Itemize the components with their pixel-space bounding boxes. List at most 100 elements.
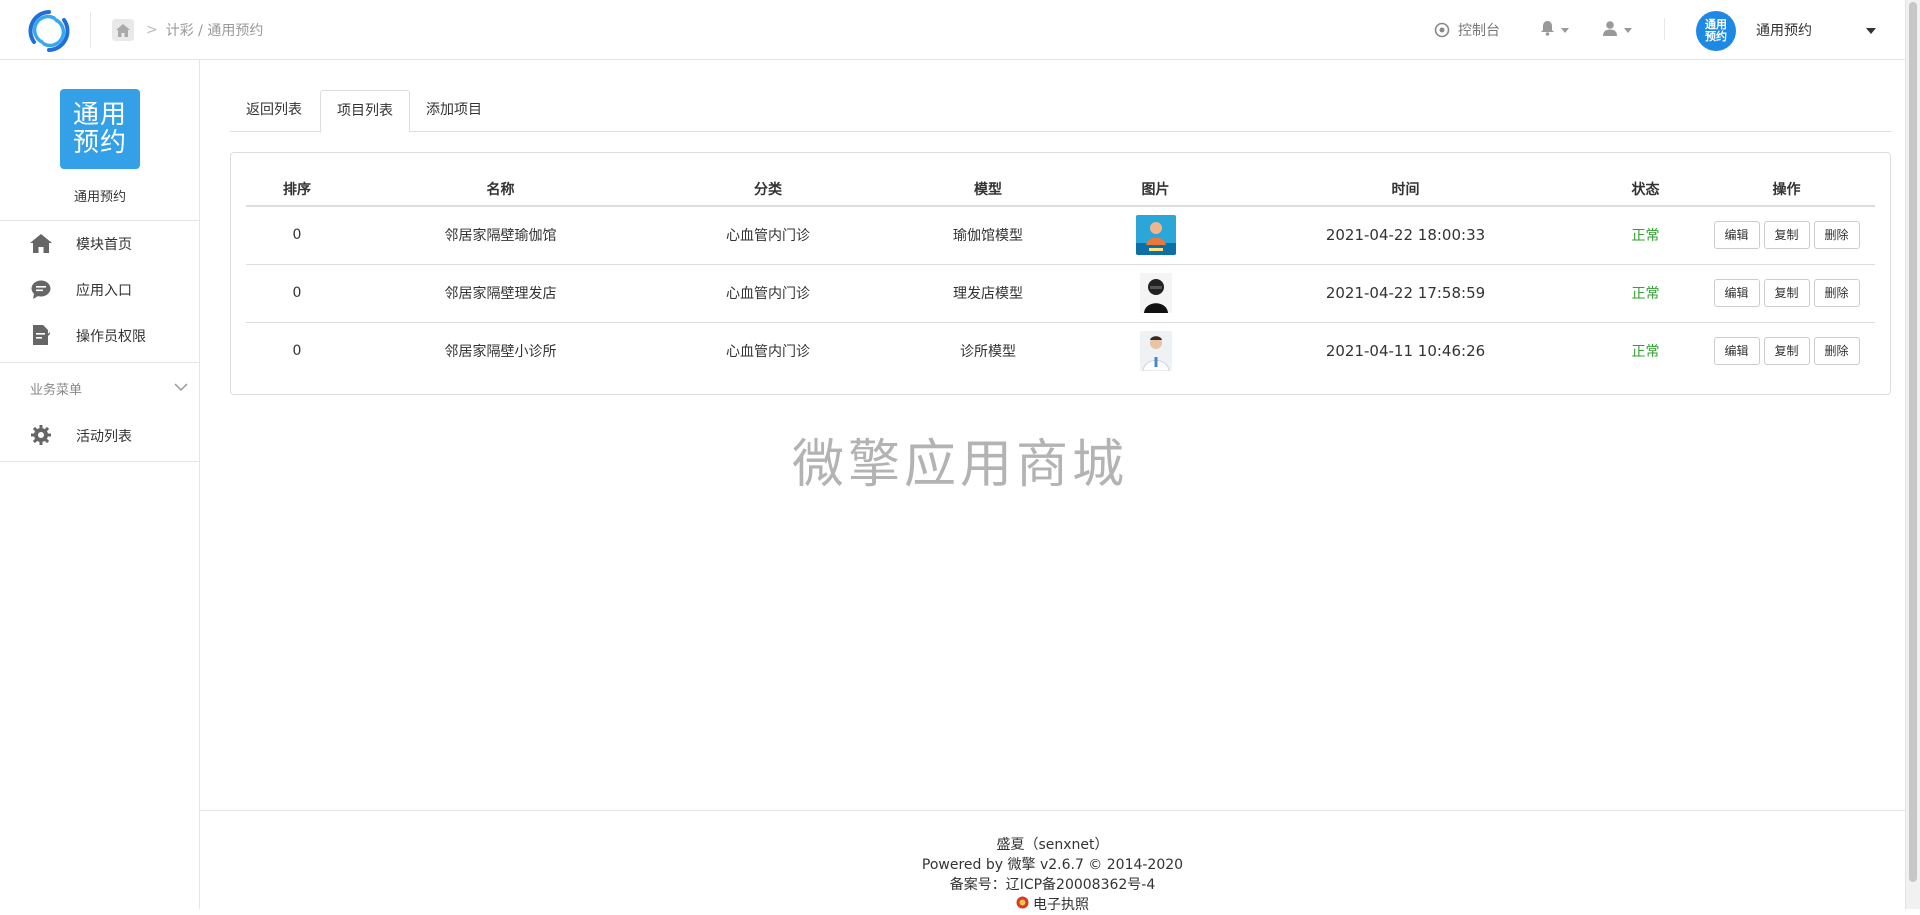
sidebar-divider: [0, 362, 200, 363]
table-header-row: 排序 名称 分类 模型 图片 时间 状态 操作: [246, 173, 1875, 207]
tab-bar: 返回列表 项目列表 添加项目: [230, 90, 1891, 133]
project-table-panel: 排序 名称 分类 模型 图片 时间 状态 操作 0 邻居家隔壁瑜伽馆 心血管内门…: [230, 152, 1891, 395]
cell-name: 邻居家隔壁瑜伽馆: [348, 206, 653, 265]
sidebar-item-app-entry[interactable]: 应用入口: [0, 266, 200, 312]
edit-button[interactable]: 编辑: [1713, 221, 1760, 250]
status-badge: 正常: [1631, 228, 1660, 245]
footer-powered-by: Powered by 微擎 v2.6.7 © 2014-2020: [921, 857, 1184, 873]
sidebar-item-operator-permissions[interactable]: 操作员权限: [0, 312, 200, 358]
app-name: 通用预约: [73, 190, 126, 205]
footer-icp[interactable]: 备案号：辽ICP备20008362号-4: [200, 875, 1905, 895]
footer-license-link[interactable]: 电子执照: [1016, 895, 1089, 915]
sidebar-item-module-home[interactable]: 模块首页: [0, 220, 200, 266]
sidebar-item-label: 操作员权限: [76, 329, 146, 345]
chevron-down-icon: [174, 380, 188, 396]
copy-button[interactable]: 复制: [1763, 279, 1810, 307]
footer-divider: [200, 810, 1905, 811]
column-header-time: 时间: [1218, 173, 1593, 207]
header-divider: [1664, 18, 1665, 40]
cell-status: 正常: [1593, 322, 1698, 380]
account-name[interactable]: 通用预约: [1756, 20, 1812, 40]
footer-company: 盛夏（senxnet）: [996, 837, 1109, 853]
cell-model: 瑜伽馆模型: [883, 206, 1093, 265]
cell-model: 诊所模型: [960, 344, 1016, 361]
column-header-name: 名称: [348, 173, 653, 207]
cell-order: 0: [246, 206, 348, 265]
sidebar-group-business-menu[interactable]: 业务菜单: [0, 365, 200, 409]
copy-button[interactable]: 复制: [1763, 221, 1810, 250]
document-icon: [30, 325, 52, 345]
home-icon: [30, 233, 52, 253]
cell-time: 2021-04-22 17:58:59: [1218, 264, 1593, 323]
chevron-right-icon: >: [146, 22, 158, 38]
cell-time: 2021-04-22 18:00:33: [1218, 206, 1593, 265]
notifications-button[interactable]: [1540, 0, 1569, 60]
status-badge: 正常: [1631, 286, 1660, 302]
chat-icon: [30, 279, 52, 299]
caret-down-icon: [1624, 27, 1632, 33]
column-header-image: 图片: [1093, 173, 1218, 207]
cell-actions: 编辑 复制 删除: [1698, 264, 1875, 323]
delete-button[interactable]: 删除: [1813, 221, 1860, 250]
tab-back-to-list[interactable]: 返回列表: [230, 90, 318, 132]
top-bar: > 计彩 / 通用预约 控制台 通用预约 通用预约: [0, 0, 1905, 60]
project-thumbnail[interactable]: [1135, 215, 1176, 256]
cell-time: 2021-04-11 10:46:26: [1325, 342, 1486, 361]
dashboard-icon: [1434, 22, 1450, 38]
cell-image: [1093, 206, 1218, 265]
cell-image: [1093, 264, 1218, 323]
project-thumbnail[interactable]: [1139, 273, 1172, 313]
emblem-icon: [1016, 895, 1029, 915]
edit-button[interactable]: 编辑: [1713, 337, 1760, 366]
column-header-order[interactable]: 排序: [246, 173, 348, 207]
project-thumbnail[interactable]: [1139, 331, 1172, 372]
project-table: 排序 名称 分类 模型 图片 时间 状态 操作 0 邻居家隔壁瑜伽馆 心血管内门…: [246, 173, 1875, 380]
column-header-category: 分类: [653, 173, 883, 207]
cell-order: 0: [292, 343, 302, 360]
cell-name: 邻居家隔壁小诊所: [444, 344, 557, 361]
watermark: 微擎应用商城: [791, 435, 1128, 495]
cell-actions: 编辑 复制 删除: [1698, 322, 1875, 380]
cell-category: 心血管内门诊: [653, 264, 883, 323]
status-badge: 正常: [1631, 344, 1660, 361]
tab-add-project[interactable]: 添加项目: [410, 90, 498, 132]
brand-logo-icon[interactable]: [26, 8, 72, 54]
avatar[interactable]: 通用预约: [1696, 11, 1736, 51]
delete-button[interactable]: 删除: [1813, 337, 1860, 366]
breadcrumb-path[interactable]: 计彩 / 通用预约: [166, 20, 264, 40]
header-divider: [90, 12, 91, 48]
caret-down-icon[interactable]: [1866, 28, 1876, 34]
cell-image: [1093, 322, 1218, 380]
table-row: 0 邻居家隔壁瑜伽馆 心血管内门诊 瑜伽馆模型 2021-04-22 18:00…: [246, 206, 1875, 265]
cell-status: 正常: [1593, 206, 1698, 265]
column-header-status: 状态: [1593, 173, 1698, 207]
table-row: 0 邻居家隔壁理发店 心血管内门诊 理发店模型 2021-04-22 17:58…: [246, 264, 1875, 323]
column-header-actions: 操作: [1698, 173, 1875, 207]
footer: 盛夏（senxnet） Powered by 微擎 v2.6.7 © 2014-…: [200, 835, 1905, 915]
user-icon: [1602, 20, 1618, 40]
sidebar-group-label: 业务菜单: [30, 383, 83, 398]
cell-order: 0: [246, 264, 348, 323]
copy-button[interactable]: 复制: [1763, 337, 1810, 366]
user-menu-button[interactable]: [1602, 0, 1632, 60]
delete-button[interactable]: 删除: [1813, 279, 1860, 307]
app-logo: 通用预约: [60, 89, 140, 169]
table-row: 0 邻居家隔壁小诊所 心血管内门诊 诊所模型 2021-04-11 10:46:…: [246, 322, 1875, 380]
caret-down-icon: [1561, 27, 1569, 33]
cell-model: 理发店模型: [883, 264, 1093, 323]
edit-button[interactable]: 编辑: [1713, 279, 1760, 307]
tab-project-list[interactable]: 项目列表: [320, 90, 410, 133]
cell-actions: 编辑 复制 删除: [1698, 206, 1875, 265]
sidebar-item-label: 应用入口: [76, 283, 132, 299]
home-icon[interactable]: [112, 19, 134, 41]
cell-category: 心血管内门诊: [726, 344, 810, 361]
cell-status: 正常: [1593, 264, 1698, 323]
cell-name: 邻居家隔壁理发店: [348, 264, 653, 323]
console-label: 控制台: [1458, 23, 1500, 39]
column-header-model: 模型: [883, 173, 1093, 207]
breadcrumb: > 计彩 / 通用预约: [112, 19, 263, 41]
console-link[interactable]: 控制台: [1434, 0, 1500, 60]
bell-icon: [1540, 20, 1555, 40]
sidebar-item-label: 模块首页: [76, 237, 132, 253]
cell-category: 心血管内门诊: [653, 206, 883, 265]
